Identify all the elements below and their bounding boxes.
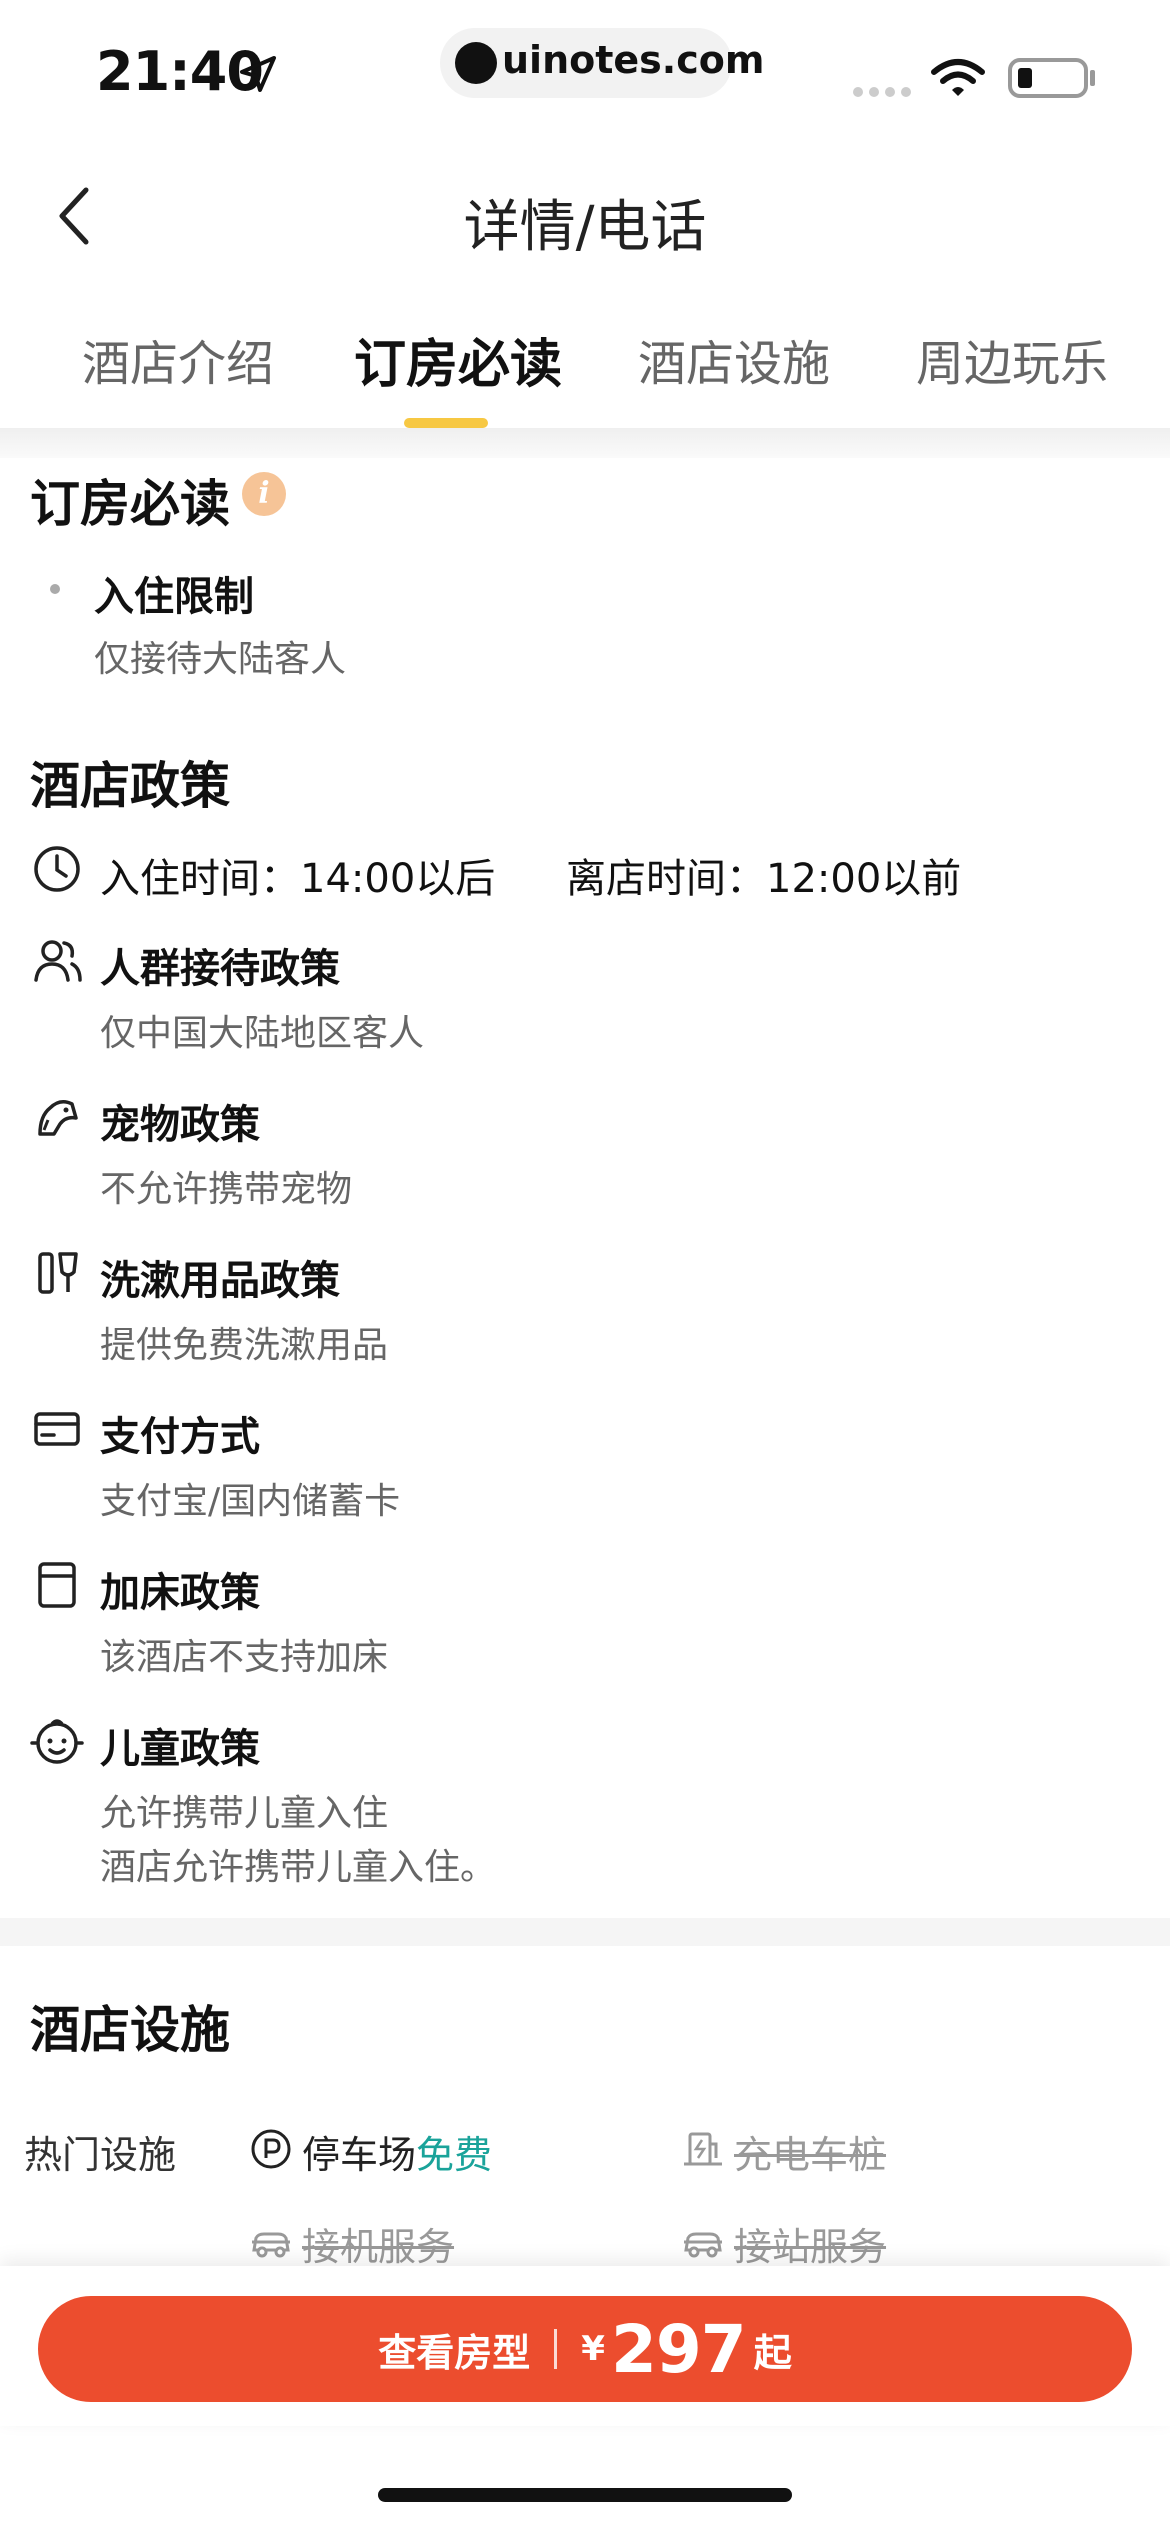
policy-item-title: 加床政策 xyxy=(100,1570,260,1616)
url-text: uinotes.com xyxy=(502,38,765,82)
tab-nearby-fun[interactable]: 周边玩乐 xyxy=(916,324,1108,394)
cta-currency: ¥ xyxy=(581,2329,605,2369)
tabs-divider xyxy=(0,428,1170,458)
policy-item-title: 支付方式 xyxy=(100,1414,260,1460)
checkout-time: 离店时间：12:00以前 xyxy=(566,856,962,902)
policy-item-desc: 提供免费洗漱用品 xyxy=(100,1325,389,1366)
active-tab-indicator xyxy=(404,418,488,428)
cta-price: 297 xyxy=(610,2310,747,2388)
view-rooms-button[interactable]: 查看房型 ¥ 297 起 xyxy=(38,2296,1132,2402)
section-divider xyxy=(0,1918,1170,1946)
wifi-icon xyxy=(931,59,985,96)
policy-item-desc: 不允许携带宠物 xyxy=(100,1169,353,1210)
hotel-policy-title: 酒店政策 xyxy=(30,757,230,815)
policy-item-title: 儿童政策 xyxy=(100,1726,260,1772)
page-title: 详情/电话 xyxy=(463,195,707,260)
airport-shuttle-icon xyxy=(252,2232,290,2258)
cta-suffix: 起 xyxy=(753,2330,792,2375)
child-icon xyxy=(30,1719,84,1764)
tab-booking-notice[interactable]: 订房必读 xyxy=(354,322,562,397)
toiletries-icon xyxy=(38,1252,78,1294)
checkin-time: 入住时间：14:00以后 xyxy=(100,856,496,902)
facility-station: 接站服务 xyxy=(734,2225,887,2269)
facility-parking: 停车场免费 xyxy=(302,2124,492,2179)
policy-item-desc: 该酒店不支持加床 xyxy=(100,1637,389,1678)
battery-tip xyxy=(1090,70,1095,86)
battery-level xyxy=(1018,68,1032,88)
facility-charging: 充电车桩 xyxy=(734,2133,887,2177)
location-arrow-icon xyxy=(240,56,276,92)
checkin-restriction-title: 入住限制 xyxy=(94,574,254,620)
hot-facilities-label: 热门设施 xyxy=(24,2133,177,2177)
policy-item-desc: 仅中国大陆地区客人 xyxy=(100,1013,425,1054)
policy-item-desc: 允许携带儿童入住 xyxy=(100,1793,389,1834)
home-indicator xyxy=(378,2488,792,2502)
card-icon xyxy=(34,1412,80,1446)
facilities-title: 酒店设施 xyxy=(30,2001,230,2059)
policy-item-desc-extra: 酒店允许携带儿童入住。 xyxy=(100,1847,497,1888)
facility-parking-free: 免费 xyxy=(416,2133,493,2177)
station-shuttle-icon xyxy=(684,2232,722,2258)
tab-hotel-intro[interactable]: 酒店介绍 xyxy=(82,324,274,394)
facility-airport: 接机服务 xyxy=(302,2225,455,2269)
tab-hotel-facilities[interactable]: 酒店设施 xyxy=(638,324,830,394)
pet-icon xyxy=(38,1100,78,1136)
bullet-dot xyxy=(50,584,60,594)
parking-icon xyxy=(251,2129,291,2169)
policy-item-title: 人群接待政策 xyxy=(100,946,340,992)
cellular-signal-icon xyxy=(853,87,911,97)
people-icon xyxy=(34,940,82,982)
policy-item-title: 洗漱用品政策 xyxy=(100,1258,340,1304)
clock-icon xyxy=(34,846,80,892)
booking-notice-title: 订房必读 xyxy=(30,475,230,533)
checkin-restriction-desc: 仅接待大陆客人 xyxy=(94,639,347,680)
info-icon[interactable]: i xyxy=(242,472,286,516)
policy-item-title: 宠物政策 xyxy=(100,1102,260,1148)
bed-icon xyxy=(38,1562,76,1608)
site-logo-icon xyxy=(455,42,497,84)
cta-separator xyxy=(554,2329,558,2369)
policy-item-desc: 支付宝/国内储蓄卡 xyxy=(100,1481,401,1522)
facility-parking-label: 停车场 xyxy=(302,2133,417,2177)
charging-icon xyxy=(684,2132,722,2166)
cta-label: 查看房型 xyxy=(378,2330,531,2375)
